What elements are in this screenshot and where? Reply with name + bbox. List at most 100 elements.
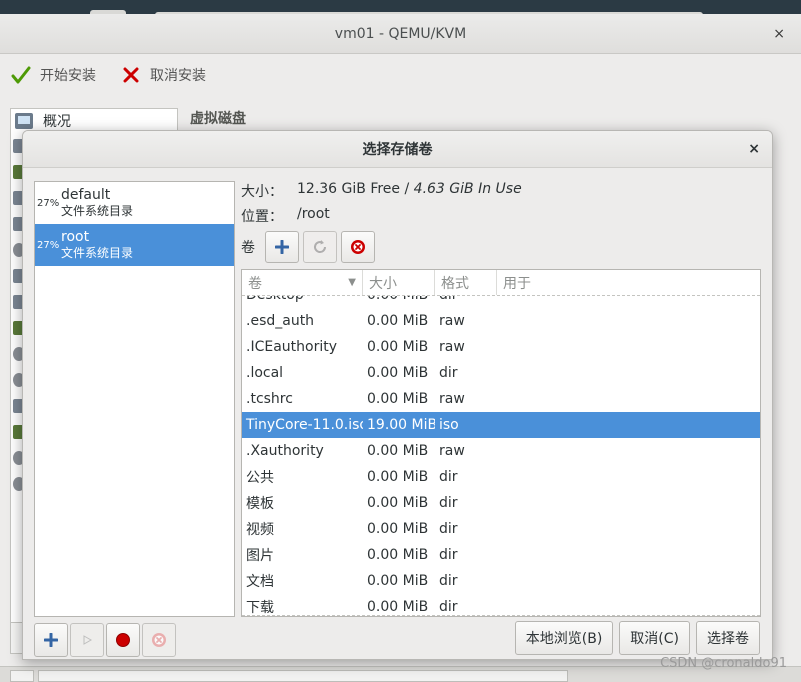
begin-install-label: 开始安装 [40,68,96,84]
volume-name-cell: .ICEauthority [246,339,337,355]
column-header-name[interactable]: 卷 ▼ [242,270,363,295]
size-free: 12.36 GiB Free [297,181,401,197]
pool-usage: 27% [37,239,60,251]
add-pool-button[interactable] [34,623,68,657]
pool-item-root[interactable]: 27% root 文件系统目录 [35,224,234,266]
monitor-icon [15,113,33,129]
table-bottom-edge [242,615,760,616]
table-row[interactable]: .ICEauthority 0.00 MiB raw [242,334,760,360]
begin-install-button[interactable]: 开始安装 [10,64,96,86]
play-icon [83,635,93,645]
volume-format-cell: dir [435,296,497,303]
table-row[interactable]: 下载 0.00 MiB dir [242,594,760,616]
volume-size-cell: 0.00 MiB [363,296,435,303]
plus-icon [44,633,58,647]
main-titlebar: vm01 - QEMU/KVM × [0,14,801,54]
volumes-label: 卷 [241,240,255,256]
volume-size-cell: 0.00 MiB [367,365,429,381]
dialog-action-buttons: 本地浏览(B) 取消(C) 选择卷 [514,621,760,655]
size-separator: / [404,181,410,197]
storage-pool-list: 27% default 文件系统目录 27% root 文件系统目录 [34,181,235,617]
volume-name-cell: .esd_auth [246,313,315,329]
table-row[interactable]: TinyCore-11.0.iso 19.00 MiB iso [242,412,760,438]
volume-size-cell: 0.00 MiB [367,521,429,537]
table-row[interactable]: .local 0.00 MiB dir [242,360,760,386]
table-row[interactable]: .tcshrc 0.00 MiB raw [242,386,760,412]
table-row[interactable]: .esd_auth 0.00 MiB raw [242,308,760,334]
cancel-install-button[interactable]: 取消安装 [120,64,206,86]
table-row[interactable]: 图片 0.00 MiB dir [242,542,760,568]
volume-format-cell: dir [439,599,458,615]
column-header-used-by[interactable]: 用于 [497,270,760,295]
volume-format-cell: dir [439,469,458,485]
volume-name-cell: .Xauthority [246,443,324,459]
add-volume-button[interactable] [265,231,299,263]
choose-volume-dialog: 选择存储卷 × 27% default 文件系统目录 27% root 文件系统… [22,130,773,660]
volume-name-cell: 模板 [246,496,274,512]
table-row[interactable]: 文档 0.00 MiB dir [242,568,760,594]
delete-pool-button[interactable] [142,623,176,657]
sort-down-icon: ▼ [348,277,356,288]
volume-size-cell: 0.00 MiB [367,547,429,563]
volume-size-cell: 0.00 MiB [367,573,429,589]
volume-name-cell: .tcshrc [246,391,293,407]
dialog-title: 选择存储卷 [362,142,433,158]
pool-item-default[interactable]: 27% default 文件系统目录 [35,182,234,224]
table-row[interactable]: 公共 0.00 MiB dir [242,464,760,490]
column-header-format[interactable]: 格式 [435,270,497,295]
window-close-button[interactable]: × [773,26,785,42]
size-label: 大小： [241,184,283,200]
volume-name-cell: TinyCore-11.0.iso [246,417,363,433]
record-icon [116,633,130,647]
sidebar-item-label: 概况 [43,114,71,130]
statusbar-segment [10,670,34,682]
cross-icon [120,64,142,86]
checkmark-icon [10,64,32,86]
volume-format-cell: iso [439,417,459,433]
pool-name: root [61,229,90,245]
volume-name-cell: 图片 [246,548,274,564]
pool-actions [34,623,176,657]
stop-icon [152,633,166,647]
table-row[interactable]: .Xauthority 0.00 MiB raw [242,438,760,464]
section-title: 虚拟磁盘 [190,111,246,127]
pool-usage: 27% [37,197,60,209]
volume-format-cell: raw [439,313,465,329]
cancel-button[interactable]: 取消(C) [619,621,690,655]
desktop-top-strip [0,0,801,20]
volume-name-cell: .local [246,365,284,381]
table-row[interactable]: 视频 0.00 MiB dir [242,516,760,542]
volume-format-cell: raw [439,443,465,459]
volume-name-cell: 公共 [246,470,274,486]
column-header-size[interactable]: 大小 [363,270,435,295]
cancel-install-label: 取消安装 [150,68,206,84]
volume-format-cell: dir [439,521,458,537]
stop-pool-button[interactable] [106,623,140,657]
choose-volume-button[interactable]: 选择卷 [696,621,760,655]
volume-size-cell: 0.00 MiB [367,443,429,459]
dialog-close-button[interactable]: × [748,141,760,157]
table-row[interactable]: Desktop0.00 MiBdir [242,296,760,308]
size-in-use: 4.63 GiB In Use [413,181,522,197]
volume-size-cell: 19.00 MiB [367,417,435,433]
volume-name-cell: 下载 [246,600,274,616]
volume-size-cell: 0.00 MiB [367,469,429,485]
window-title: vm01 - QEMU/KVM [334,25,467,42]
volume-table-header: 卷 ▼ 大小 格式 用于 [242,270,760,296]
volume-size-cell: 0.00 MiB [367,391,429,407]
refresh-volumes-button[interactable] [303,231,337,263]
table-row[interactable]: 模板 0.00 MiB dir [242,490,760,516]
volume-format-cell: dir [439,547,458,563]
statusbar-segment [38,670,568,682]
delete-volume-button[interactable] [341,231,375,263]
volume-table-body: Desktop0.00 MiBdir.esd_auth0.00 MiBraw.I… [242,296,760,616]
refresh-icon [314,240,327,253]
browse-local-button[interactable]: 本地浏览(B) [514,621,614,655]
main-toolbar: 开始安装 取消安装 [0,54,801,96]
stop-icon [351,240,365,254]
pool-type: 文件系统目录 [61,246,134,260]
pool-location-row: 位置： /root [241,206,330,226]
start-pool-button[interactable] [70,623,104,657]
volume-toolbar: 卷 [241,231,375,263]
volume-format-cell: dir [439,365,458,381]
